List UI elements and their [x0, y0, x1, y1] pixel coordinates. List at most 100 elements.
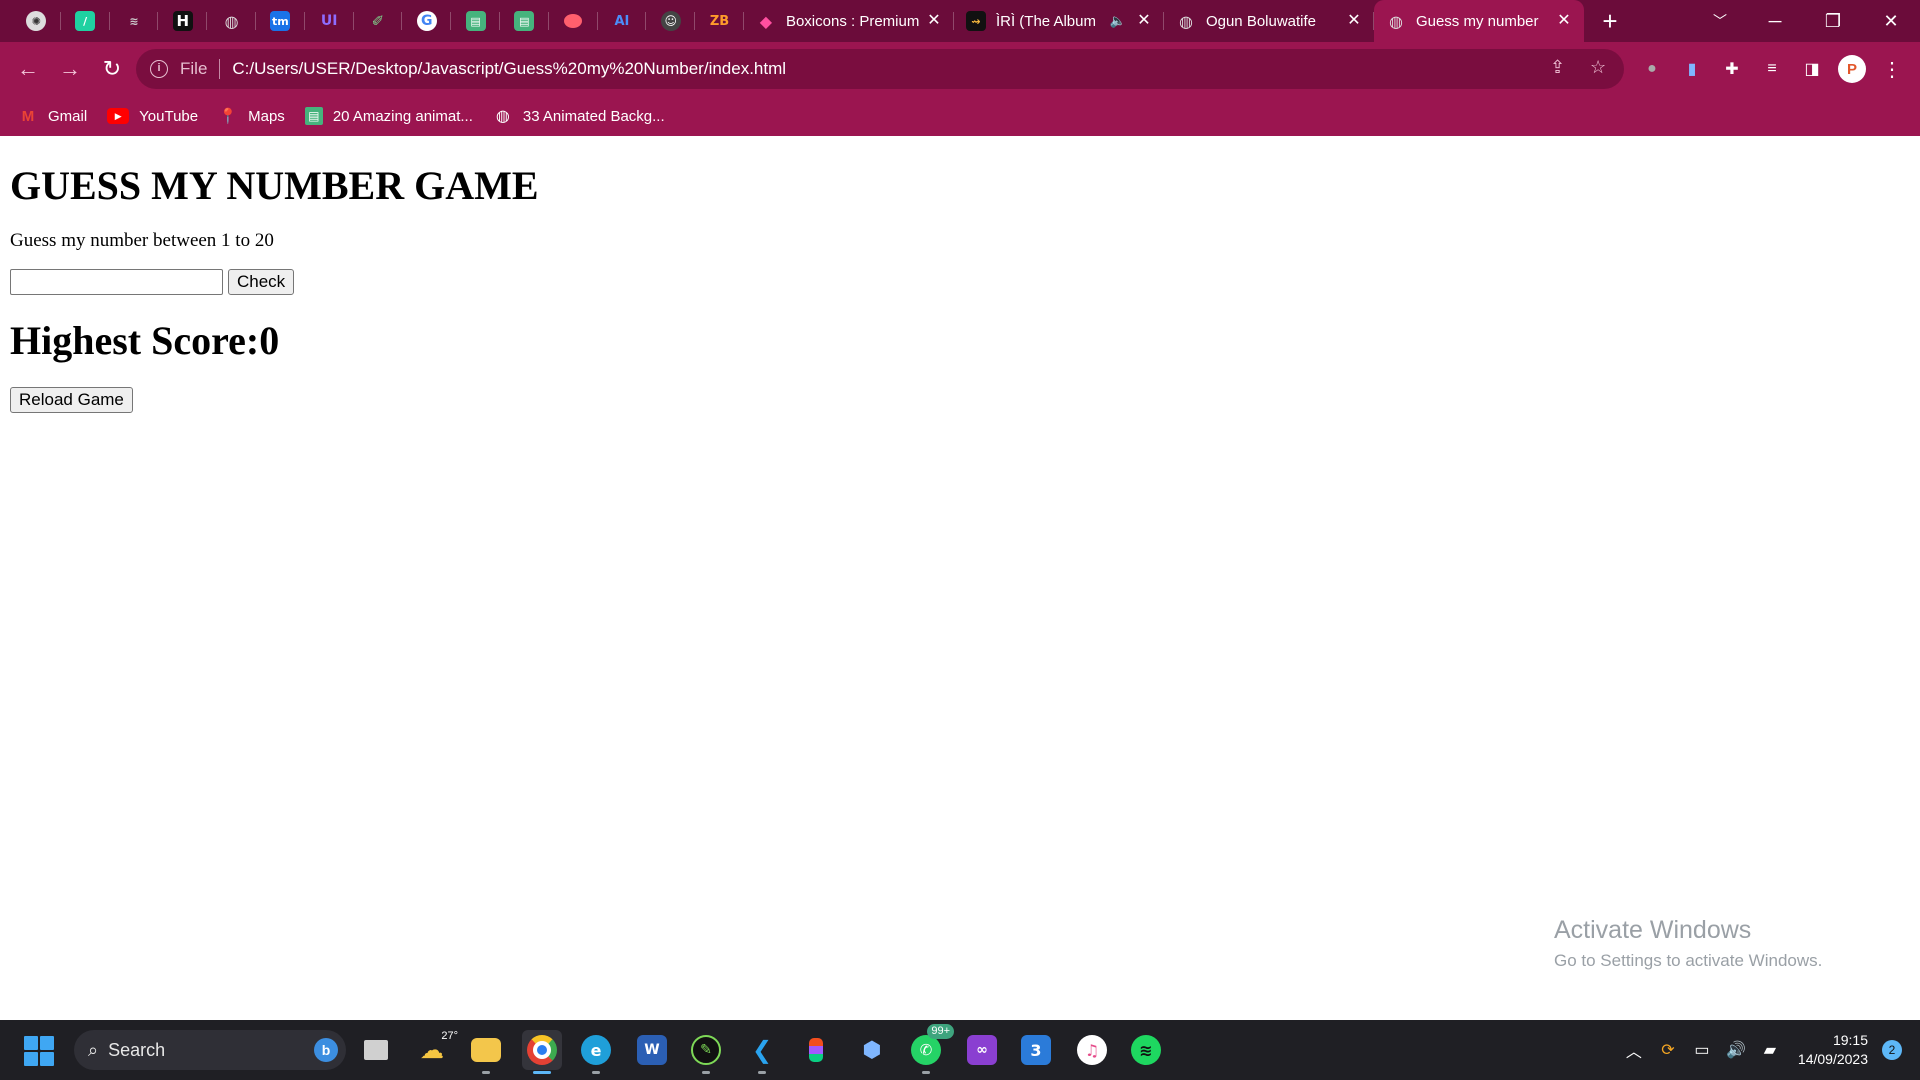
close-icon[interactable]: ✕: [1554, 11, 1574, 31]
bookmark-label: Gmail: [48, 107, 88, 125]
restore-icon[interactable]: ❐: [1804, 0, 1862, 42]
profile-avatar[interactable]: P: [1838, 55, 1866, 83]
bookmark-gmail[interactable]: M Gmail: [18, 108, 87, 125]
address-bar[interactable]: i File C:/Users/USER/Desktop/Javascript/…: [136, 49, 1624, 89]
bookmark-maps[interactable]: 📍 Maps: [218, 107, 285, 126]
profile-initial: P: [1838, 55, 1866, 83]
battery-icon[interactable]: ▰: [1756, 1040, 1784, 1060]
pinned-tab-avatar[interactable]: ☺: [646, 0, 695, 42]
window-close-icon[interactable]: ✕: [1862, 0, 1920, 42]
bookmark-label: 33 Animated Backg...: [522, 107, 665, 125]
taskbar: ⌕ Search b ☁ 27° e W ✎ ❮ ⬢ ✆ 99+ ∞ 3 ♫ ≋…: [0, 1020, 1920, 1080]
taskbar-visual-studio[interactable]: ∞: [962, 1030, 1002, 1070]
taskbar-vscode[interactable]: ❮: [742, 1030, 782, 1074]
taskbar-task-view[interactable]: [356, 1030, 396, 1070]
chevron-up-icon[interactable]: ︿: [1620, 1038, 1648, 1062]
pinned-tab-h[interactable]: H: [158, 0, 207, 42]
globe-icon: ◍: [495, 108, 510, 125]
taskbar-css3[interactable]: 3: [1016, 1030, 1056, 1070]
page-title: GUESS MY NUMBER GAME: [10, 163, 539, 208]
reload-game-button[interactable]: Reload Game: [10, 387, 133, 413]
menu-kebab-icon[interactable]: ⋮: [1880, 57, 1904, 81]
forward-arrow-icon[interactable]: →: [50, 49, 90, 89]
close-icon[interactable]: ✕: [1344, 11, 1364, 31]
taskbar-file-explorer[interactable]: [466, 1030, 506, 1074]
bookmark-youtube[interactable]: ▶ YouTube: [107, 108, 198, 125]
globe-icon: ◍: [1178, 11, 1193, 31]
watermark-subtitle: Go to Settings to activate Windows.: [1554, 951, 1823, 970]
pinned-tab-shape[interactable]: /: [61, 0, 110, 42]
tab-strip: ✺ / ≋ H ◍ tm UI ✐ G ▤ ▤ AI ☺ ZB ◆ Boxico…: [0, 0, 1920, 42]
close-icon[interactable]: ✕: [1134, 11, 1154, 31]
pinned-tab-layers[interactable]: ≋: [110, 0, 159, 42]
pinned-tab-sheet-1[interactable]: ▤: [451, 0, 500, 42]
pinned-tab-ui[interactable]: UI: [305, 0, 354, 42]
close-icon[interactable]: ✕: [924, 11, 944, 31]
pinned-tab-ai[interactable]: AI: [598, 0, 647, 42]
bing-icon[interactable]: b: [314, 1038, 338, 1062]
taskbar-edge[interactable]: e: [576, 1030, 616, 1074]
weather-temp: 27°: [441, 1030, 458, 1042]
chrome-icon: [527, 1035, 557, 1065]
check-button[interactable]: Check: [228, 269, 295, 295]
share-icon[interactable]: ⇪: [1550, 57, 1565, 78]
watermark-title: Activate Windows: [1554, 916, 1752, 944]
site-info-icon[interactable]: i: [150, 60, 168, 78]
taskbar-whatsapp[interactable]: ✆ 99+: [906, 1024, 954, 1074]
tab-guess-my-number[interactable]: ◍ Guess my number ✕: [1373, 0, 1584, 42]
notification-center-badge[interactable]: 2: [1882, 1040, 1902, 1060]
tab-search-chevron-icon[interactable]: ﹀: [1700, 0, 1740, 42]
pinned-tab-google[interactable]: G: [402, 0, 451, 42]
extension-mouse-icon[interactable]: ●: [1640, 57, 1664, 81]
tab-album[interactable]: ⇝ ÌRÌ (The Album 🔈 ✕: [954, 0, 1164, 42]
guess-input[interactable]: [10, 269, 223, 295]
bookmark-label: 20 Amazing animat...: [332, 107, 473, 125]
bookmark-animated-backgrounds[interactable]: ◍ 33 Animated Backg...: [493, 107, 665, 126]
search-icon: ⌕: [88, 1039, 99, 1060]
taskbar-itunes[interactable]: ♫: [1072, 1030, 1112, 1070]
bookmark-star-icon[interactable]: ☆: [1590, 57, 1606, 78]
new-tab-button[interactable]: +: [1590, 0, 1630, 42]
taskbar-search[interactable]: ⌕ Search b: [74, 1030, 346, 1070]
taskbar-figma[interactable]: [796, 1030, 836, 1070]
clock[interactable]: 19:15 14/09/2023: [1798, 1031, 1868, 1069]
sync-icon[interactable]: ⟳: [1654, 1040, 1682, 1060]
extension-doc-icon[interactable]: ▮: [1680, 57, 1704, 81]
media-queue-icon[interactable]: ≡: [1760, 57, 1784, 81]
taskbar-chrome[interactable]: [522, 1030, 562, 1074]
pinned-tab-globe[interactable]: ◍: [207, 0, 256, 42]
pinned-tab-zb[interactable]: ZB: [695, 0, 744, 42]
pinned-tab-leaf[interactable]: ✐: [354, 0, 403, 42]
taskbar-spotify[interactable]: ≋: [1126, 1030, 1166, 1070]
minimize-icon[interactable]: ─: [1746, 0, 1804, 42]
taskbar-inkscape[interactable]: ✎: [686, 1030, 726, 1074]
bookmark-label: YouTube: [139, 107, 199, 125]
bookmark-label: Maps: [248, 107, 285, 125]
album-icon: ⇝: [965, 11, 986, 31]
vscode-icon: ❮: [751, 1036, 773, 1064]
bookmark-amazing-animations[interactable]: ▤ 20 Amazing animat...: [304, 107, 473, 125]
pinned-tab-sheet-2[interactable]: ▤: [500, 0, 549, 42]
chatgpt-icon: ✺: [26, 11, 47, 31]
tab-ogun-boluwatife[interactable]: ◍ Ogun Boluwatife ✕: [1164, 0, 1374, 42]
tab-title: ÌRÌ (The Album: [995, 12, 1096, 30]
url-text[interactable]: C:/Users/USER/Desktop/Javascript/Guess%2…: [232, 59, 786, 79]
network-icon[interactable]: ▭: [1688, 1040, 1716, 1060]
side-panel-icon[interactable]: ◨: [1800, 57, 1824, 81]
start-windows-icon[interactable]: [24, 1036, 54, 1066]
taskbar-word[interactable]: W: [632, 1030, 672, 1070]
taskbar-virtualbox[interactable]: ⬢: [852, 1030, 892, 1070]
instruction-text: Guess my number between 1 to 20: [10, 230, 274, 251]
reload-icon[interactable]: ↻: [92, 49, 132, 89]
pinned-tab-blob[interactable]: [549, 0, 598, 42]
pinned-tab-tm[interactable]: tm: [256, 0, 305, 42]
tab-boxicons[interactable]: ◆ Boxicons : Premium ✕: [744, 0, 954, 42]
back-arrow-icon[interactable]: ←: [8, 49, 48, 89]
taskbar-weather[interactable]: ☁ 27°: [412, 1030, 458, 1070]
window-controls: ─ ❐ ✕: [1746, 0, 1920, 42]
folder-icon: [471, 1038, 501, 1062]
speaker-icon[interactable]: 🔈: [1110, 13, 1126, 29]
extensions-puzzle-icon[interactable]: ✚: [1720, 57, 1744, 81]
volume-icon[interactable]: 🔊: [1722, 1040, 1750, 1060]
pinned-tab-chatgpt[interactable]: ✺: [12, 0, 61, 42]
